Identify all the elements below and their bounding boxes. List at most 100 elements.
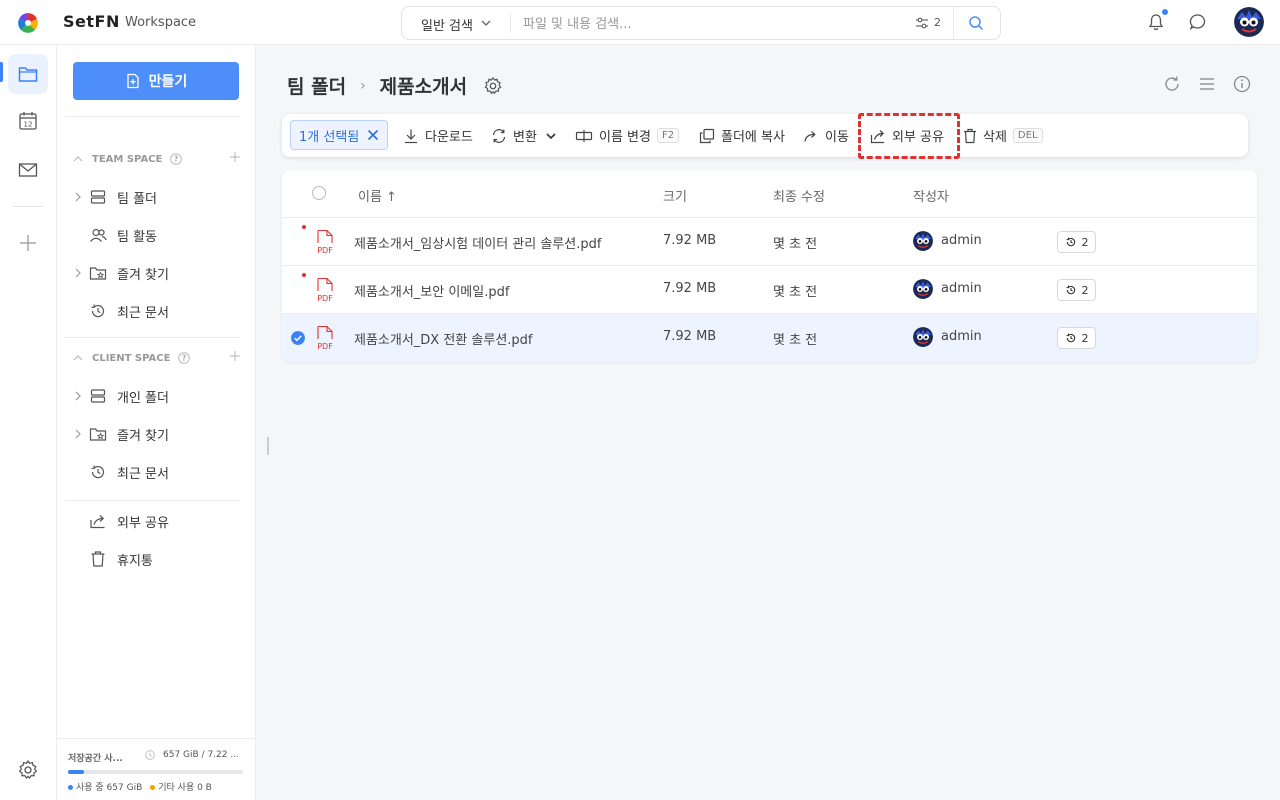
table-row[interactable]: PDF 제품소개서_DX 전환 솔루션.pdf 7.92 MB 몇 초 전 ad… — [282, 314, 1257, 362]
rail-mail-button[interactable] — [8, 150, 48, 190]
calendar-icon: 12 — [19, 112, 37, 130]
new-indicator-dot — [302, 225, 306, 229]
convert-label: 변환 — [513, 130, 537, 145]
star-folder-icon — [89, 267, 107, 280]
divider — [12, 206, 44, 207]
breadcrumb: 팀 폴더 › 제품소개서 — [287, 72, 503, 99]
search-icon[interactable] — [968, 15, 984, 31]
column-header-author[interactable]: 작성자 — [913, 186, 949, 205]
search-bar: 일반 검색 2 — [401, 6, 1001, 40]
divider — [953, 7, 954, 39]
convert-button[interactable]: 변환 — [491, 126, 557, 145]
sidebar-item-client-recent[interactable]: 최근 문서 — [73, 457, 241, 487]
bell-icon[interactable] — [1147, 13, 1165, 31]
sidebar-item-team-folder[interactable]: 팀 폴더 — [73, 182, 241, 212]
client-space-header[interactable]: CLIENT SPACE ? — [73, 350, 241, 364]
move-label: 이동 — [825, 130, 849, 145]
refresh-icon[interactable] — [1163, 75, 1181, 93]
left-rail: 12 — [0, 45, 57, 800]
filter-count: 2 — [934, 16, 941, 29]
external-share-button[interactable]: 외부 공유 — [870, 126, 944, 145]
plus-icon[interactable] — [229, 151, 241, 163]
pdf-file-icon: PDF — [317, 325, 333, 351]
notification-dot — [1162, 9, 1168, 15]
plus-icon[interactable] — [229, 350, 241, 362]
chevron-right-icon[interactable] — [73, 391, 83, 401]
sidebar-item-personal-folder[interactable]: 개인 폴더 — [73, 381, 241, 411]
sidebar-resize-handle[interactable] — [267, 437, 269, 455]
legend-used: 사용 중 657 GiB — [68, 780, 142, 793]
history-icon — [91, 304, 105, 318]
version-history-button[interactable]: 2 — [1057, 279, 1096, 301]
sidebar-item-external-share[interactable]: 외부 공유 — [73, 506, 241, 536]
sidebar-item-client-favorites[interactable]: 즐겨 찾기 — [73, 419, 241, 449]
team-space-header[interactable]: TEAM SPACE ? — [73, 151, 241, 165]
workspace-label: Workspace — [125, 15, 197, 30]
file-name[interactable]: 제품소개서_임상시험 데이터 관리 솔루션.pdf — [354, 233, 601, 252]
convert-arrows-icon — [492, 128, 506, 143]
sidebar-item-label: 즐겨 찾기 — [117, 267, 169, 283]
filter-sliders-icon[interactable] — [914, 15, 930, 31]
close-icon[interactable] — [367, 129, 379, 141]
selection-chip[interactable]: 1개 선택됨 — [290, 120, 389, 150]
sidebar-item-team-activity[interactable]: 팀 활동 — [73, 220, 241, 250]
rail-calendar-button[interactable]: 12 — [8, 101, 48, 141]
team-space-title: TEAM SPACE — [92, 153, 163, 165]
file-name[interactable]: 제품소개서_보안 이메일.pdf — [354, 281, 509, 300]
create-button[interactable]: 만들기 — [73, 62, 239, 100]
move-arrow-icon — [804, 130, 816, 142]
chevron-up-icon[interactable] — [73, 154, 83, 164]
chevron-down-icon[interactable] — [480, 17, 492, 29]
version-history-button[interactable]: 2 — [1057, 231, 1096, 253]
search-input[interactable] — [523, 14, 903, 34]
list-view-icon[interactable] — [1198, 75, 1216, 93]
file-modified: 몇 초 전 — [773, 237, 818, 252]
rail-settings-button[interactable] — [8, 750, 48, 790]
new-indicator-dot — [302, 273, 306, 277]
server-icon — [90, 389, 106, 403]
rail-add-button[interactable] — [8, 223, 48, 263]
folder-settings-gear-icon[interactable] — [483, 76, 503, 96]
info-icon[interactable] — [1233, 75, 1251, 93]
trash-icon — [91, 551, 105, 567]
help-icon[interactable]: ? — [170, 153, 183, 165]
sidebar-item-label: 팀 폴더 — [117, 191, 158, 207]
copy-to-folder-button[interactable]: 폴더에 복사 — [699, 126, 785, 145]
chevron-right-icon[interactable] — [73, 429, 83, 439]
move-button[interactable]: 이동 — [803, 126, 849, 145]
download-button[interactable]: 다운로드 — [403, 126, 473, 145]
sidebar-item-trash[interactable]: 휴지통 — [73, 544, 241, 574]
chevron-up-icon[interactable] — [73, 353, 83, 363]
rename-cursor-icon — [575, 129, 593, 142]
rename-button[interactable]: 이름 변경 F2 — [575, 126, 680, 145]
file-author: admin — [941, 329, 982, 344]
column-header-size[interactable]: 크기 — [663, 186, 687, 205]
storage-progress-bar — [68, 770, 243, 774]
version-history-button[interactable]: 2 — [1057, 327, 1096, 349]
column-header-name[interactable]: 이름 ↑ — [358, 186, 397, 205]
sidebar-item-team-recent[interactable]: 최근 문서 — [73, 296, 241, 326]
chat-icon[interactable] — [1189, 13, 1207, 31]
help-icon[interactable]: ? — [178, 352, 191, 364]
sidebar-item-label: 개인 폴더 — [117, 390, 169, 406]
storage-usage-text: 657 GiB / 7.22 ... — [163, 750, 239, 760]
breadcrumb-root[interactable]: 팀 폴더 — [287, 72, 346, 99]
delete-button[interactable]: 삭제 DEL — [963, 126, 1043, 145]
server-icon — [90, 190, 106, 204]
rail-files-button[interactable] — [8, 54, 48, 94]
file-size: 7.92 MB — [663, 329, 717, 344]
select-all-checkbox[interactable] — [312, 186, 326, 200]
svg-text:12: 12 — [24, 121, 33, 129]
sidebar-item-team-favorites[interactable]: 즐겨 찾기 — [73, 258, 241, 288]
chevron-right-icon[interactable] — [73, 268, 83, 278]
user-avatar[interactable] — [1234, 7, 1264, 37]
author-avatar — [913, 327, 933, 347]
table-row[interactable]: PDF 제품소개서_임상시험 데이터 관리 솔루션.pdf 7.92 MB 몇 … — [282, 218, 1257, 266]
table-row[interactable]: PDF 제품소개서_보안 이메일.pdf 7.92 MB 몇 초 전 admin… — [282, 266, 1257, 314]
chevron-right-icon[interactable] — [73, 192, 83, 202]
checked-icon[interactable] — [291, 331, 305, 345]
file-name[interactable]: 제품소개서_DX 전환 솔루션.pdf — [354, 329, 533, 348]
column-header-modified[interactable]: 최종 수정 — [773, 186, 825, 205]
search-scope-select[interactable]: 일반 검색 — [421, 15, 473, 34]
setfn-logo-icon[interactable] — [17, 12, 39, 34]
